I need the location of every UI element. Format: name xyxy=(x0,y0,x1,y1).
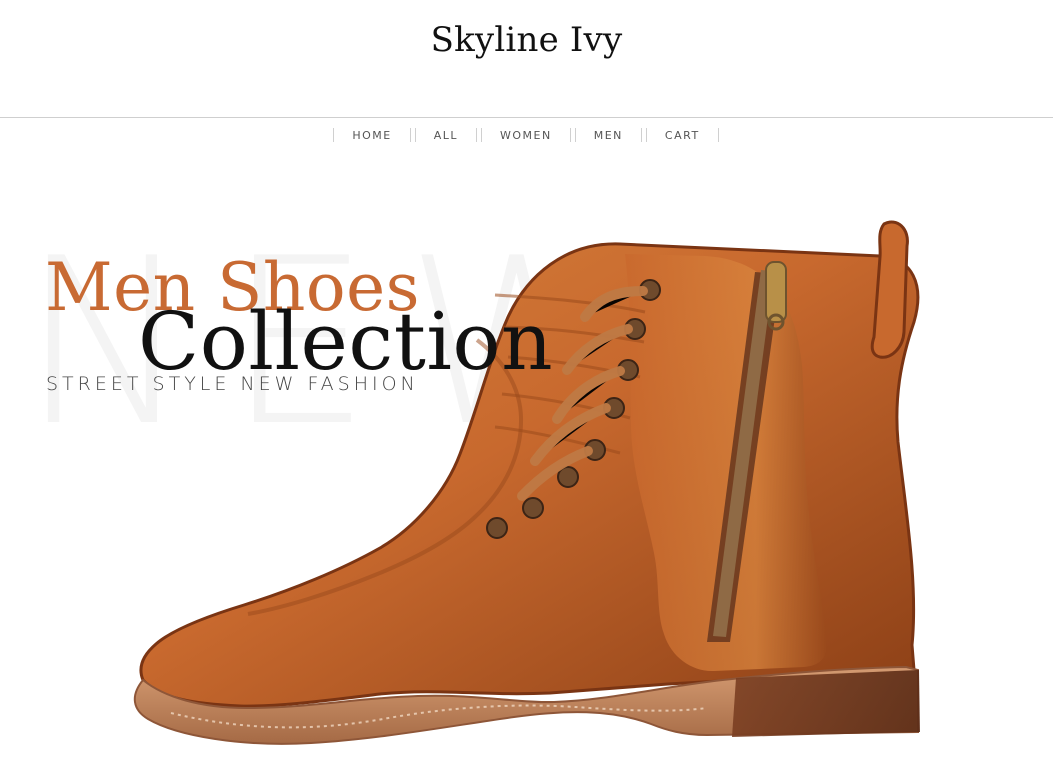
site-header: Skyline Ivy xyxy=(0,0,1053,117)
main-navigation: HOME ALL WOMEN MEN CART xyxy=(0,117,1053,153)
nav-all-link[interactable]: ALL xyxy=(414,128,477,142)
site-title[interactable]: Skyline Ivy xyxy=(0,18,1053,62)
nav-home-link[interactable]: HOME xyxy=(333,128,411,142)
nav-list: HOME ALL WOMEN MEN CART xyxy=(0,118,1053,152)
nav-cart-link[interactable]: CART xyxy=(645,128,719,142)
nav-women-link[interactable]: WOMEN xyxy=(481,128,571,142)
nav-men-link[interactable]: MEN xyxy=(574,128,642,142)
hero-subtitle: STREET STYLE NEW FASHION xyxy=(46,373,419,395)
hero-banner: NEW xyxy=(0,152,1053,757)
